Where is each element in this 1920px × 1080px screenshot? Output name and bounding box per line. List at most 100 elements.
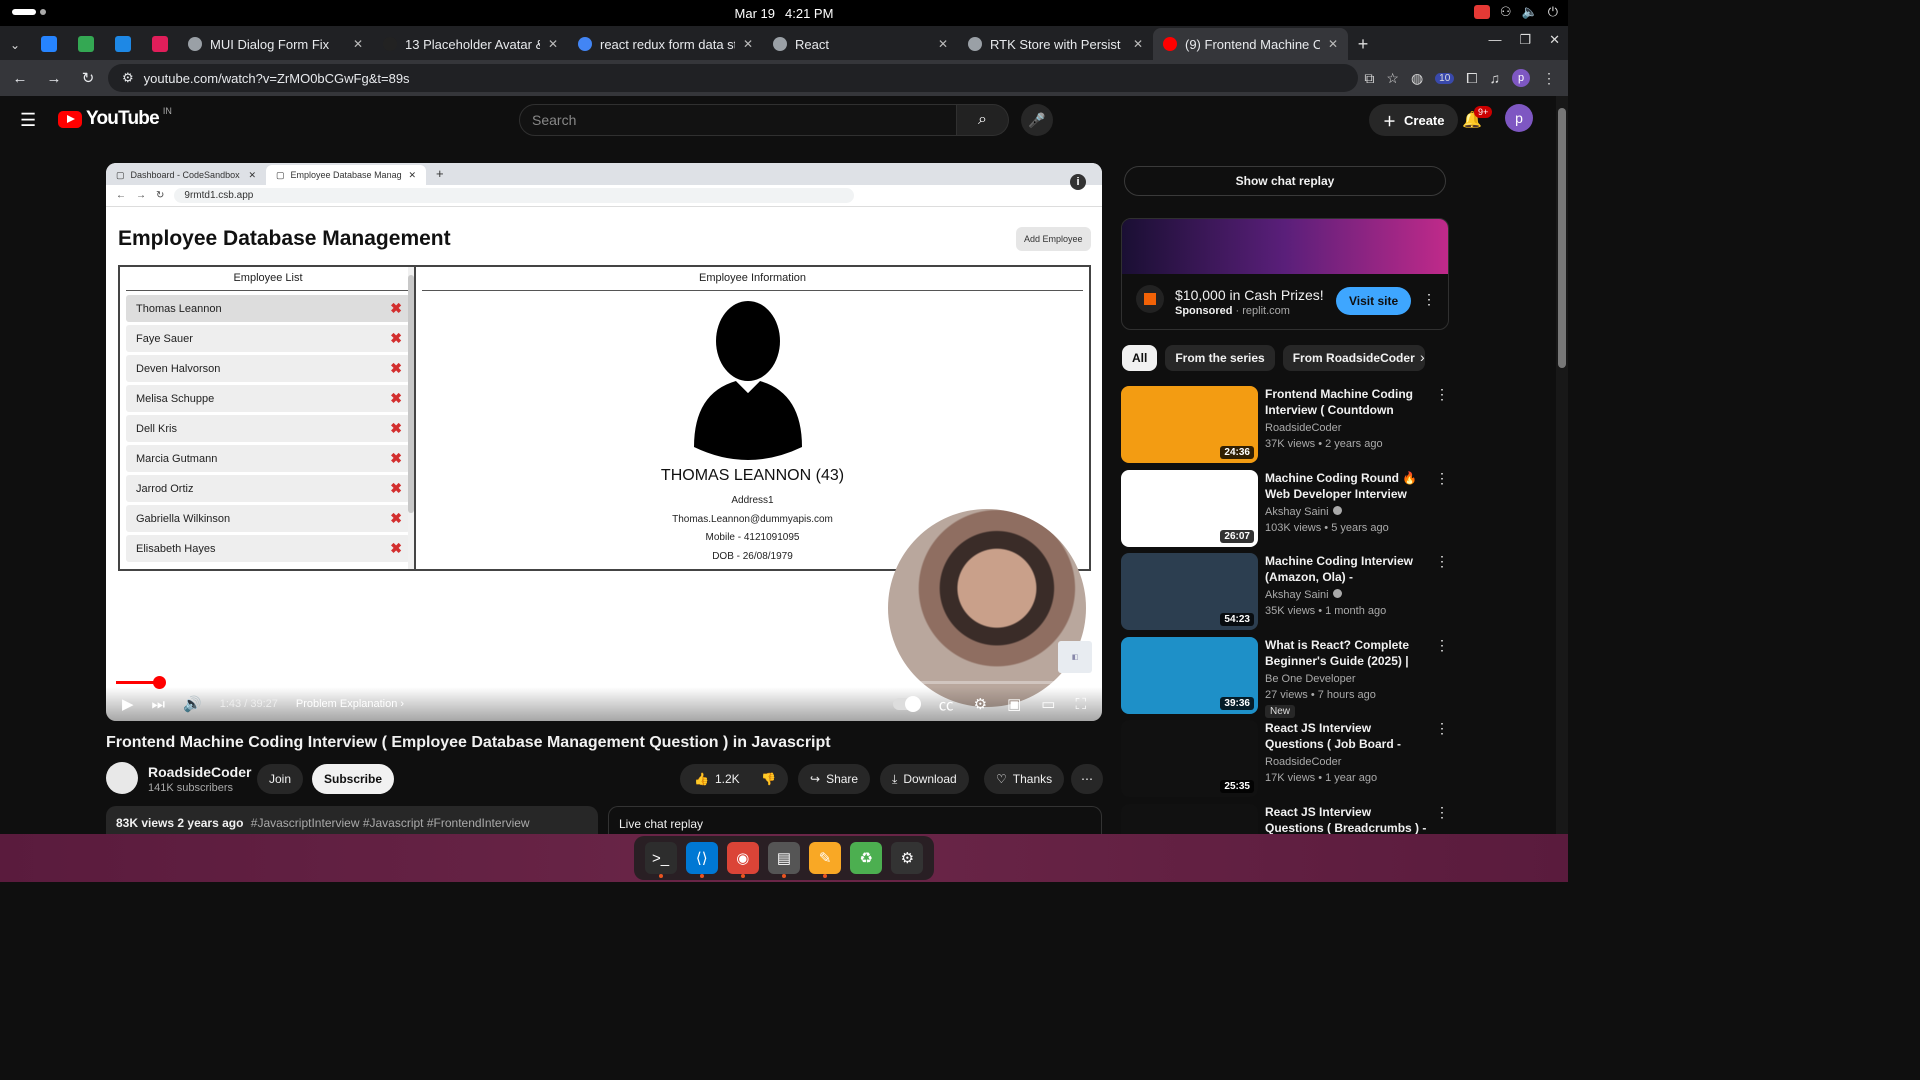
more-vertical-icon[interactable]: ⋮ bbox=[1435, 553, 1449, 570]
back-icon[interactable]: ← bbox=[6, 64, 34, 92]
share-button[interactable]: ↪ Share bbox=[798, 764, 871, 794]
video-thumbnail[interactable]: 24:36 bbox=[1121, 386, 1258, 463]
tab-close-icon[interactable]: ✕ bbox=[743, 37, 753, 51]
captions-icon[interactable]: ㏄ bbox=[939, 694, 954, 715]
autoplay-toggle[interactable] bbox=[892, 696, 921, 712]
browser-tab[interactable]: react redux form data st ✕ bbox=[568, 28, 763, 60]
play-icon[interactable]: ▶ bbox=[122, 695, 134, 713]
video-thumbnail[interactable]: 54:23 bbox=[1121, 553, 1258, 630]
tab-close-icon[interactable]: ✕ bbox=[938, 37, 948, 51]
recommended-video-title[interactable]: What is React? Complete Beginner's Guide… bbox=[1265, 637, 1431, 669]
more-vertical-icon[interactable]: ⋮ bbox=[1435, 720, 1449, 737]
forward-icon[interactable]: → bbox=[40, 64, 68, 92]
show-chat-replay-button[interactable]: Show chat replay bbox=[1124, 166, 1446, 196]
recommended-video-channel[interactable]: Akshay Saini bbox=[1265, 589, 1329, 601]
youtube-logo[interactable]: YouTube IN bbox=[58, 106, 172, 130]
recommended-video-title[interactable]: Machine Coding Interview (Amazon, Ola) -… bbox=[1265, 553, 1431, 585]
profile-avatar[interactable]: p bbox=[1512, 69, 1530, 87]
more-vertical-icon[interactable]: ⋮ bbox=[1435, 804, 1449, 821]
reload-icon[interactable]: ↻ bbox=[74, 64, 102, 92]
media-control-icon[interactable]: ♫ bbox=[1490, 70, 1501, 86]
tab-search-chevron-icon[interactable]: ⌄ bbox=[0, 30, 30, 60]
extension-badge[interactable]: 10 bbox=[1435, 72, 1455, 84]
progress-bar[interactable] bbox=[116, 676, 1092, 689]
recommended-video-title[interactable]: Machine Coding Round 🔥 Web Developer Int… bbox=[1265, 470, 1431, 502]
extensions-puzzle-icon[interactable]: ⧠ bbox=[1466, 70, 1477, 87]
files-icon[interactable]: ▤ bbox=[767, 842, 800, 878]
tab-close-icon[interactable]: ✕ bbox=[1328, 37, 1338, 51]
minimize-icon[interactable]: — bbox=[1488, 32, 1501, 48]
sponsored-ad-card[interactable]: $10,000 in Cash Prizes! Sponsored · repl… bbox=[1121, 218, 1449, 330]
recommended-video-channel[interactable]: Akshay Saini bbox=[1265, 506, 1329, 518]
more-vertical-icon[interactable]: ⋮ bbox=[1435, 386, 1449, 403]
recommended-video[interactable]: 39:36 What is React? Complete Beginner's … bbox=[1121, 636, 1451, 718]
text-editor-icon[interactable]: ✎ bbox=[809, 842, 842, 878]
join-button[interactable]: Join bbox=[257, 764, 304, 794]
clock[interactable]: Mar 19 4:21 PM bbox=[735, 6, 834, 21]
restore-icon[interactable]: ❐ bbox=[1519, 32, 1531, 48]
recommended-video-channel[interactable]: RoadsideCoder bbox=[1265, 422, 1341, 434]
site-info-icon[interactable]: ⚙ bbox=[122, 70, 134, 86]
filter-chip[interactable]: All bbox=[1122, 345, 1158, 371]
pinned-tab-s[interactable] bbox=[104, 28, 141, 60]
recommended-video[interactable]: 54:23 Machine Coding Interview (Amazon, O… bbox=[1121, 553, 1451, 631]
browser-tab[interactable]: (9) Frontend Machine Co ✕ bbox=[1153, 28, 1348, 60]
channel-avatar[interactable] bbox=[106, 762, 138, 794]
filter-chip[interactable]: From RoadsideCoder bbox=[1282, 345, 1425, 371]
pinned-tab-jira[interactable] bbox=[30, 28, 67, 60]
bookmark-star-icon[interactable]: ☆ bbox=[1386, 70, 1399, 87]
hashtags[interactable]: #JavascriptInterview #Javascript #Fronte… bbox=[251, 816, 530, 830]
close-window-icon[interactable]: ✕ bbox=[1549, 32, 1560, 48]
browser-tab[interactable]: MUI Dialog Form Fix ✕ bbox=[178, 28, 373, 60]
extension-icon[interactable]: ◍ bbox=[1411, 70, 1423, 87]
new-tab-button[interactable]: + bbox=[1348, 28, 1378, 60]
system-tray[interactable]: ⚇ 🔈 ⏻ bbox=[1473, 4, 1558, 20]
tab-close-icon[interactable]: ✕ bbox=[353, 37, 363, 51]
hamburger-menu-icon[interactable]: ☰ bbox=[20, 110, 38, 131]
more-vertical-icon[interactable]: ⋮ bbox=[1435, 637, 1449, 654]
browser-tab[interactable]: 13 Placeholder Avatar & ✕ bbox=[373, 28, 568, 60]
terminal-icon[interactable]: >_ bbox=[644, 842, 677, 878]
settings-icon[interactable]: ⚙ bbox=[891, 842, 924, 874]
description-box[interactable]: 83K views 2 years ago #JavascriptIntervi… bbox=[106, 806, 598, 836]
browser-tab[interactable]: RTK Store with Persist ✕ bbox=[958, 28, 1153, 60]
recommended-video[interactable]: 24:36 Frontend Machine Coding Interview (… bbox=[1121, 386, 1451, 464]
create-button[interactable]: ＋ Create bbox=[1369, 104, 1459, 136]
address-bar[interactable]: ⚙ youtube.com/watch?v=ZrMO0bCGwFg&t=89s bbox=[108, 64, 1359, 92]
search-button[interactable]: ⌕ bbox=[957, 104, 1009, 136]
page-scrollbar[interactable] bbox=[1556, 96, 1568, 834]
tab-close-icon[interactable]: ✕ bbox=[1133, 37, 1143, 51]
browser-tab[interactable]: React ✕ bbox=[763, 28, 958, 60]
chrome-menu-icon[interactable]: ⋮ bbox=[1542, 70, 1556, 87]
more-actions-button[interactable]: ⋯ bbox=[1071, 764, 1103, 794]
chevron-right-icon[interactable]: › bbox=[1420, 349, 1425, 365]
trash-icon[interactable]: ♻ bbox=[850, 842, 883, 874]
channel-name[interactable]: RoadsideCoder bbox=[148, 764, 251, 780]
subscribe-button[interactable]: Subscribe bbox=[312, 764, 395, 794]
activities-indicator[interactable] bbox=[12, 9, 46, 15]
volume-icon[interactable]: 🔊 bbox=[183, 695, 202, 713]
ad-more-icon[interactable]: ⋮ bbox=[1422, 291, 1436, 308]
video-player[interactable]: ▢ Dashboard - CodeSandbox ✕ ▢ Employee Data… bbox=[106, 163, 1102, 721]
video-thumbnail[interactable]: 26:07 bbox=[1121, 469, 1258, 547]
pinned-tab-slack[interactable] bbox=[141, 28, 178, 60]
recommended-video[interactable]: 25:35 React JS Interview Questions ( Job … bbox=[1121, 720, 1451, 798]
recommended-video-channel[interactable]: Be One Developer bbox=[1265, 673, 1356, 685]
recommended-video-title[interactable]: React JS Interview Questions ( Breadcrum… bbox=[1265, 804, 1431, 836]
more-vertical-icon[interactable]: ⋮ bbox=[1435, 470, 1449, 487]
like-button[interactable]: 👍 1.2K bbox=[680, 764, 750, 794]
channel-watermark-icon[interactable]: ◧ bbox=[1058, 641, 1092, 673]
fullscreen-icon[interactable]: ⛶ bbox=[1075, 696, 1086, 713]
theater-mode-icon[interactable]: ▭ bbox=[1041, 695, 1055, 713]
filter-chip[interactable]: From the series bbox=[1165, 345, 1275, 371]
video-info-icon[interactable]: i bbox=[1070, 174, 1086, 190]
miniplayer-icon[interactable]: ▣ bbox=[1007, 695, 1021, 713]
account-avatar[interactable]: p bbox=[1505, 104, 1533, 132]
pinned-tab-maps[interactable] bbox=[67, 28, 104, 60]
search-input[interactable] bbox=[519, 104, 957, 136]
dislike-button[interactable]: 👎 bbox=[749, 764, 788, 794]
thanks-button[interactable]: ♡ Thanks bbox=[984, 764, 1065, 794]
video-thumbnail[interactable]: 25:35 bbox=[1121, 720, 1258, 797]
vscode-icon[interactable]: ⟨⟩ bbox=[685, 842, 718, 878]
recommended-video-title[interactable]: Frontend Machine Coding Interview ( Coun… bbox=[1265, 386, 1431, 418]
